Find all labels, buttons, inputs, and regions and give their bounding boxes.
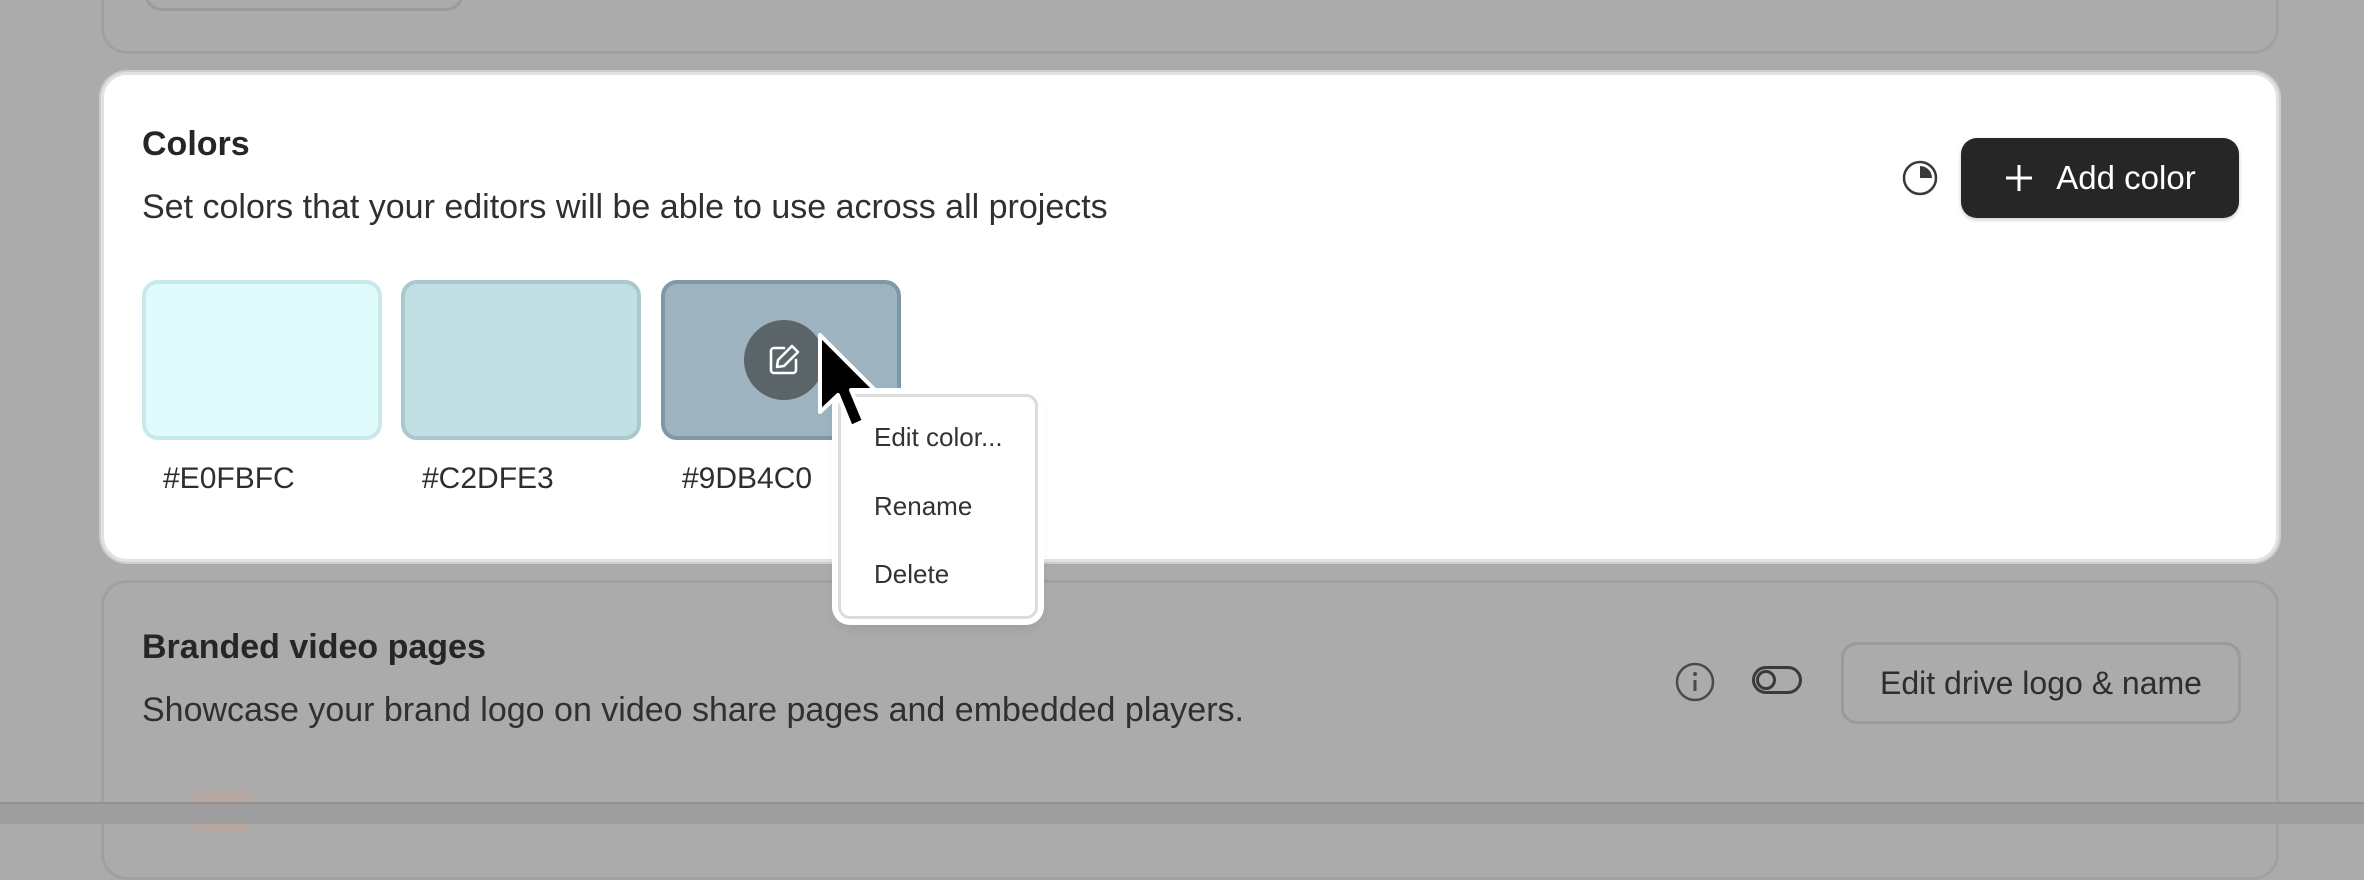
window-bottom-edge <box>0 802 2364 824</box>
add-color-label: Add color <box>2056 159 2196 196</box>
swatch-hex-label: #E0FBFC <box>163 462 295 495</box>
color-swatch[interactable] <box>142 280 382 440</box>
edit-icon <box>769 344 800 375</box>
info-icon[interactable] <box>1674 661 1716 703</box>
previous-section-card <box>101 0 2279 54</box>
colors-section-title: Colors <box>142 125 250 163</box>
swatch-hex-label: #C2DFE3 <box>422 462 554 495</box>
history-icon[interactable] <box>1901 159 1939 197</box>
edit-drive-logo-button[interactable]: Edit drive logo & name <box>1841 642 2241 724</box>
menu-item-edit-color[interactable]: Edit color... <box>874 422 1003 453</box>
edit-swatch-button[interactable] <box>744 320 824 400</box>
add-color-button[interactable]: Add color <box>1961 138 2239 218</box>
plus-icon <box>2006 165 2033 191</box>
colors-section-card: Colors Set colors that your editors will… <box>101 72 2279 562</box>
previous-section-button <box>144 0 464 11</box>
branded-video-pages-card: Branded video pages Showcase your brand … <box>101 580 2279 880</box>
colors-section-description: Set colors that your editors will be abl… <box>142 188 1108 226</box>
toggle-knob <box>1756 670 1776 690</box>
edit-drive-logo-label: Edit drive logo & name <box>1880 664 2202 701</box>
branded-toggle[interactable] <box>1752 666 1802 694</box>
branded-section-description: Showcase your brand logo on video share … <box>142 691 1244 729</box>
mouse-cursor-icon <box>818 333 877 429</box>
branded-section-title: Branded video pages <box>142 628 486 666</box>
menu-item-rename[interactable]: Rename <box>874 491 972 522</box>
menu-item-delete[interactable]: Delete <box>874 559 949 590</box>
swatch-hex-label: #9DB4C0 <box>682 462 813 495</box>
color-swatch[interactable] <box>401 280 641 440</box>
